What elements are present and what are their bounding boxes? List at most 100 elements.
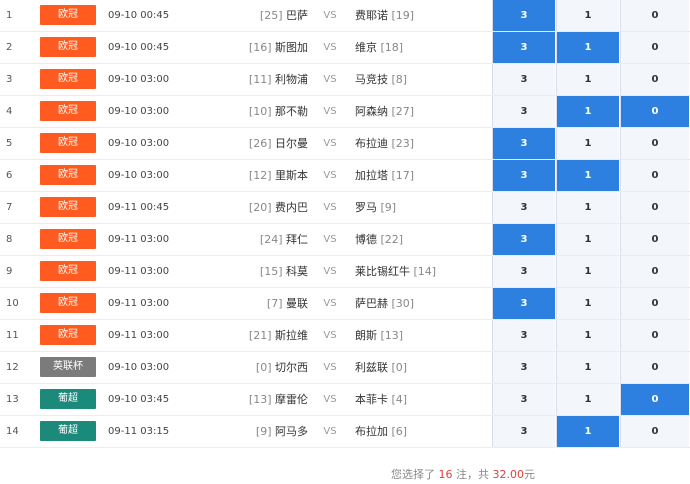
bet-option-loss[interactable]: 0	[620, 192, 689, 223]
bet-option-win[interactable]: 3	[492, 416, 555, 447]
vs-label: VS	[323, 234, 337, 245]
bet-option-draw[interactable]: 1	[556, 0, 619, 31]
bet-option-win[interactable]: 3	[492, 288, 555, 319]
away-rank: [4]	[391, 393, 408, 406]
match-index: 8	[6, 234, 13, 245]
match-time: 09-10 03:00	[108, 362, 170, 373]
vs-label: VS	[323, 170, 337, 181]
bet-option-loss[interactable]: 0	[620, 128, 689, 159]
bet-option-draw[interactable]: 1	[556, 416, 619, 447]
bet-option-win[interactable]: 3	[492, 96, 555, 127]
home-team-name: 斯图加	[275, 41, 308, 54]
bet-option-win[interactable]: 3	[492, 128, 555, 159]
vs-label: VS	[323, 74, 337, 85]
match-row: 4 欧冠 09-10 03:00 [10] 那不勒 VS 阿森纳 [27] 3 1 0	[0, 96, 690, 128]
away-rank: [30]	[391, 297, 415, 310]
home-team: [26] 日尔曼	[218, 128, 308, 159]
match-row: 14 葡超 09-11 03:15 [9] 阿马多 VS 布拉加 [6] 3 1 0	[0, 416, 690, 448]
match-row: 7 欧冠 09-11 00:45 [20] 费内巴 VS 罗马 [9] 3 1 0	[0, 192, 690, 224]
away-team-name: 本菲卡	[355, 393, 388, 406]
bet-option-loss[interactable]: 0	[620, 288, 689, 319]
league-badge: 葡超	[40, 389, 96, 409]
away-team-name: 布拉迪	[355, 137, 388, 150]
bet-option-win[interactable]: 3	[492, 192, 555, 223]
home-rank: [15]	[259, 265, 283, 278]
bet-option-loss[interactable]: 0	[620, 64, 689, 95]
home-team: [10] 那不勒	[218, 96, 308, 127]
bet-option-win[interactable]: 3	[492, 32, 555, 63]
selection-summary: 您选择了 16 注，共 32.00元	[0, 466, 690, 484]
bet-option-win[interactable]: 3	[492, 352, 555, 383]
match-row: 12 英联杯 09-10 03:00 [0] 切尔西 VS 利兹联 [0] 3 1 0	[0, 352, 690, 384]
match-index: 4	[6, 106, 13, 117]
league-badge: 欧冠	[40, 37, 96, 57]
bet-option-draw[interactable]: 1	[556, 192, 619, 223]
bet-option-loss[interactable]: 0	[620, 0, 689, 31]
bet-option-loss[interactable]: 0	[620, 96, 689, 127]
match-index: 12	[6, 362, 19, 373]
bet-option-win[interactable]: 3	[492, 160, 555, 191]
home-team: [0] 切尔西	[218, 352, 308, 383]
league-badge: 欧冠	[40, 325, 96, 345]
home-rank: [21]	[248, 329, 272, 342]
away-team-name: 加拉塔	[355, 169, 388, 182]
bet-option-loss[interactable]: 0	[620, 352, 689, 383]
league-badge: 欧冠	[40, 293, 96, 313]
bet-option-win[interactable]: 3	[492, 0, 555, 31]
away-rank: [9]	[380, 201, 397, 214]
match-row: 1 欧冠 09-10 00:45 [25] 巴萨 VS 费耶诺 [19] 3 1 0	[0, 0, 690, 32]
match-index: 5	[6, 138, 13, 149]
bet-option-loss[interactable]: 0	[620, 416, 689, 447]
bet-option-win[interactable]: 3	[492, 384, 555, 415]
home-team: [25] 巴萨	[218, 0, 308, 31]
bet-option-draw[interactable]: 1	[556, 320, 619, 351]
home-team-name: 里斯本	[275, 169, 308, 182]
match-row: 13 葡超 09-10 03:45 [13] 摩雷伦 VS 本菲卡 [4] 3 1 0	[0, 384, 690, 416]
bet-option-loss[interactable]: 0	[620, 32, 689, 63]
summary-prefix: 您选择了	[391, 468, 435, 481]
bet-option-loss[interactable]: 0	[620, 224, 689, 255]
bet-option-draw[interactable]: 1	[556, 256, 619, 287]
bet-option-draw[interactable]: 1	[556, 128, 619, 159]
league-badge: 欧冠	[40, 101, 96, 121]
match-time: 09-11 03:00	[108, 234, 170, 245]
away-rank: [14]	[413, 265, 437, 278]
away-rank: [17]	[391, 169, 415, 182]
bet-option-win[interactable]: 3	[492, 224, 555, 255]
bet-option-draw[interactable]: 1	[556, 352, 619, 383]
bet-option-win[interactable]: 3	[492, 256, 555, 287]
home-team-name: 摩雷伦	[275, 393, 308, 406]
bet-option-draw[interactable]: 1	[556, 96, 619, 127]
away-team-name: 布拉加	[355, 425, 388, 438]
home-rank: [7]	[266, 297, 283, 310]
bet-option-win[interactable]: 3	[492, 64, 555, 95]
home-team: [16] 斯图加	[218, 32, 308, 63]
league-badge: 欧冠	[40, 165, 96, 185]
bet-option-draw[interactable]: 1	[556, 384, 619, 415]
home-team: [20] 费内巴	[218, 192, 308, 223]
home-team: [24] 拜仁	[218, 224, 308, 255]
bet-option-draw[interactable]: 1	[556, 288, 619, 319]
bet-option-loss[interactable]: 0	[620, 160, 689, 191]
away-rank: [13]	[380, 329, 404, 342]
match-index: 14	[6, 426, 19, 437]
vs-label: VS	[323, 394, 337, 405]
home-team-name: 科莫	[286, 265, 308, 278]
away-team-name: 马竞技	[355, 73, 388, 86]
away-team: 阿森纳 [27]	[355, 96, 485, 127]
away-team: 罗马 [9]	[355, 192, 485, 223]
away-team-name: 利兹联	[355, 361, 388, 374]
home-team: [7] 曼联	[218, 288, 308, 319]
home-team-name: 切尔西	[275, 361, 308, 374]
bet-option-draw[interactable]: 1	[556, 32, 619, 63]
bet-option-win[interactable]: 3	[492, 320, 555, 351]
bet-option-loss[interactable]: 0	[620, 256, 689, 287]
bet-option-draw[interactable]: 1	[556, 64, 619, 95]
bet-option-loss[interactable]: 0	[620, 320, 689, 351]
away-team: 朗斯 [13]	[355, 320, 485, 351]
home-rank: [16]	[248, 41, 272, 54]
match-time: 09-10 03:00	[108, 170, 170, 181]
bet-option-draw[interactable]: 1	[556, 224, 619, 255]
bet-option-loss[interactable]: 0	[620, 384, 689, 415]
bet-option-draw[interactable]: 1	[556, 160, 619, 191]
